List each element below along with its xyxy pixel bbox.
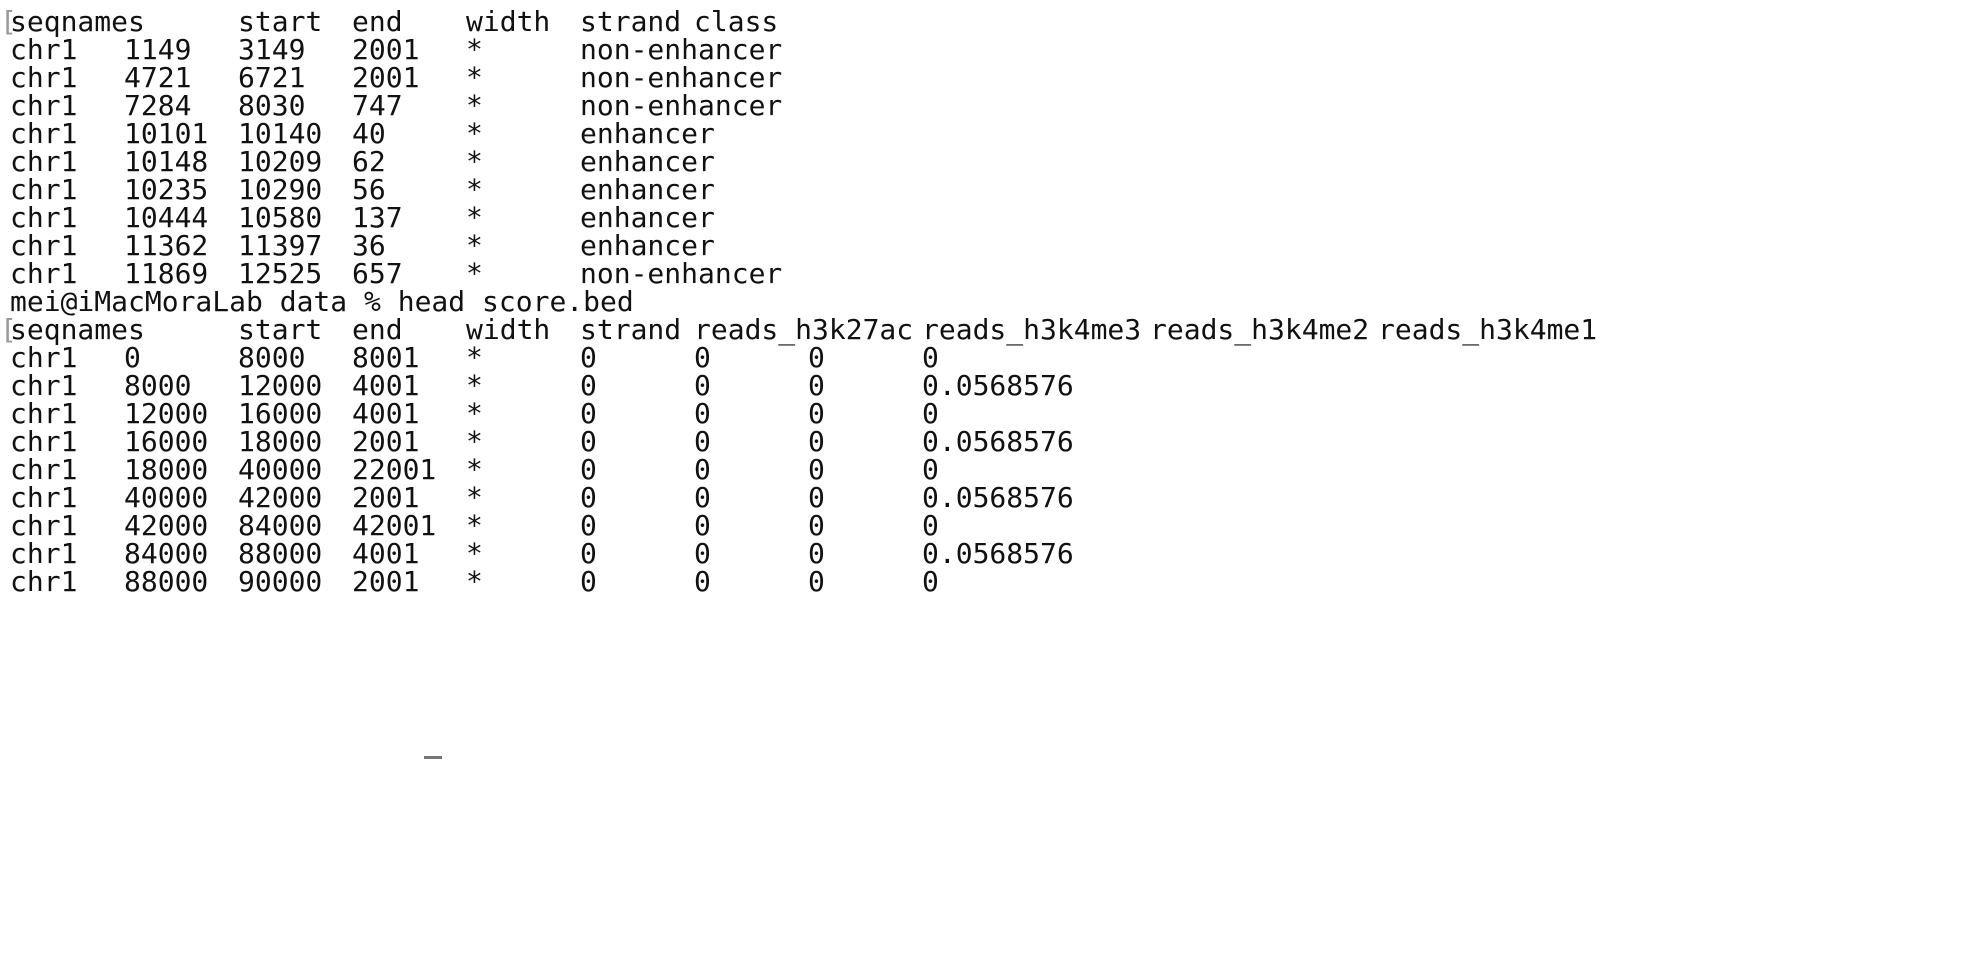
cell-reads-h3k4me3: 0 — [694, 565, 711, 598]
table2-row: chr1 88000 90000 2001 * 0 0 0 0 — [10, 564, 939, 600]
cell-reads-h3k4me1: 0.0568576 — [922, 481, 1074, 514]
cell-width: 2001 — [352, 565, 420, 598]
cell-strand: * — [466, 565, 483, 598]
table2-header-reads-h3k4me3: reads_h3k4me3 — [922, 313, 1142, 346]
cell-start: 88000 — [124, 565, 209, 598]
terminal-window[interactable]: [ seqnames start end width strand class … — [0, 0, 1977, 762]
cell-reads-h3k4me1: 0.0568576 — [922, 369, 1074, 402]
table2-header-reads-h3k4me2: reads_h3k4me2 — [1150, 313, 1370, 346]
text-cursor — [424, 756, 442, 759]
cell-reads-h3k27ac: 0 — [580, 565, 597, 598]
table2-header-reads-h3k27ac: reads_h3k27ac — [694, 313, 914, 346]
cell-reads-h3k4me1: 0.0568576 — [922, 537, 1074, 570]
cell-reads-h3k4me2: 0 — [808, 565, 825, 598]
cell-reads-h3k4me1: 0 — [922, 565, 939, 598]
table2-header-reads-h3k4me1: reads_h3k4me1 — [1378, 313, 1598, 346]
cell-seqnames: chr1 — [10, 565, 78, 598]
cell-reads-h3k4me1: 0.0568576 — [922, 425, 1074, 458]
cell-end: 90000 — [238, 565, 323, 598]
